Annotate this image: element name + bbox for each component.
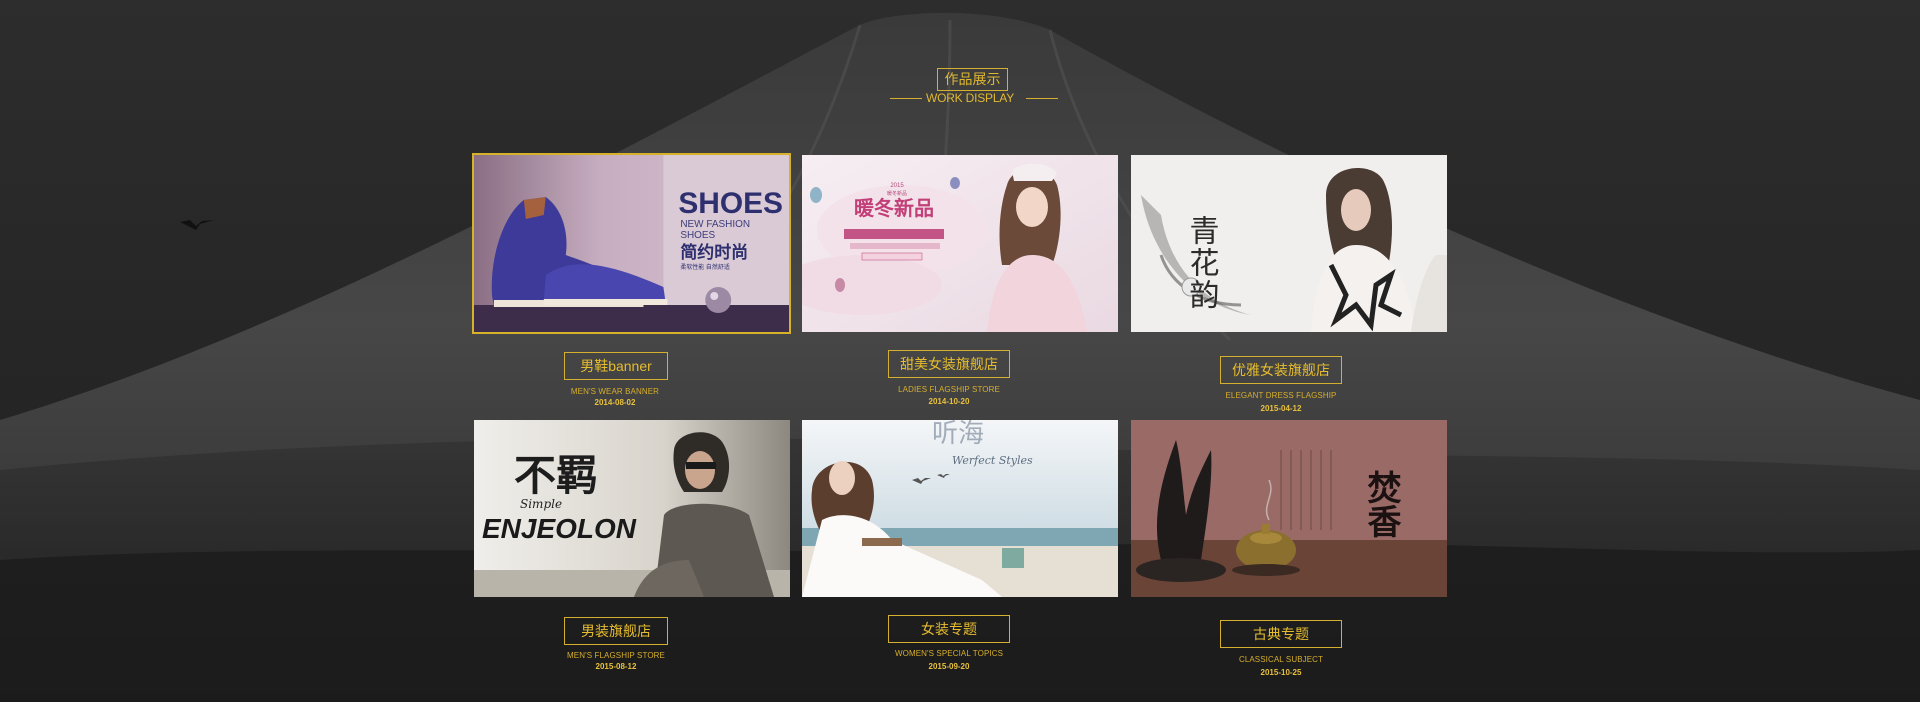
work-date-classical: 2015-10-25 bbox=[1260, 668, 1302, 677]
work-card-mens-shoes[interactable]: SHOES NEW FASHION SHOES 简约时尚 柔软性能 自然舒适 bbox=[472, 153, 791, 334]
image-script: Simple bbox=[520, 497, 562, 511]
image-line1: NEW FASHION bbox=[680, 219, 750, 230]
work-card-classical[interactable]: 焚香 bbox=[1131, 420, 1447, 597]
work-date-ladies-store: 2014-10-20 bbox=[928, 397, 970, 406]
image-headline: 焚香 bbox=[1361, 470, 1401, 538]
image-headline: SHOES bbox=[678, 187, 783, 220]
section-subtitle: WORK DISPLAY bbox=[925, 91, 1015, 105]
work-card-mens-flagship[interactable]: 不羁 Simple ENJEOLON bbox=[474, 420, 790, 597]
work-title-elegant-dress[interactable]: 优雅女装旗舰店 bbox=[1220, 356, 1342, 384]
work-date-mens-flagship: 2015-08-12 bbox=[595, 662, 637, 671]
work-subtitle-classical: CLASSICAL SUBJECT bbox=[1238, 655, 1324, 664]
title-divider-left bbox=[890, 98, 922, 99]
work-date-mens-shoes: 2014-08-02 bbox=[594, 398, 636, 407]
image-cn: 听海 bbox=[932, 420, 984, 449]
work-title-classical[interactable]: 古典专题 bbox=[1220, 620, 1342, 648]
work-subtitle-womens-topics: WOMEN'S SPECIAL TOPICS bbox=[894, 649, 1004, 658]
image-line2: SHOES bbox=[680, 230, 715, 241]
image-headline: 青花韵 bbox=[1184, 215, 1219, 311]
image-top: 2015 bbox=[890, 183, 904, 189]
image-top2: 暖冬新品 bbox=[887, 190, 907, 197]
work-image-womens-topics: 听海 Werfect Styles bbox=[802, 420, 1118, 597]
work-subtitle-elegant-dress: ELEGANT DRESS FLAGSHIP bbox=[1225, 391, 1337, 400]
work-card-ladies-store[interactable]: 2015 暖冬新品 暖冬新品 bbox=[802, 155, 1118, 332]
section-title: 作品展示 bbox=[937, 68, 1008, 91]
image-headline: ENJEOLON bbox=[482, 513, 637, 544]
work-title-mens-shoes[interactable]: 男鞋banner bbox=[564, 352, 668, 380]
work-card-elegant-dress[interactable]: 青花韵 bbox=[1131, 155, 1447, 332]
image-script: Werfect Styles bbox=[952, 454, 1033, 467]
work-image-mens-flagship: 不羁 Simple ENJEOLON bbox=[474, 420, 790, 597]
work-image-elegant-dress: 青花韵 bbox=[1131, 155, 1447, 332]
work-image-classical: 焚香 bbox=[1131, 420, 1447, 597]
work-image-ladies-store: 2015 暖冬新品 暖冬新品 bbox=[802, 155, 1118, 332]
work-image-mens-shoes: SHOES NEW FASHION SHOES 简约时尚 柔软性能 自然舒适 bbox=[474, 155, 789, 332]
work-subtitle-mens-shoes: MEN'S WEAR BANNER bbox=[570, 387, 660, 396]
work-title-womens-topics[interactable]: 女装专题 bbox=[888, 615, 1010, 643]
image-cn-small: 柔软性能 自然舒适 bbox=[680, 263, 729, 271]
work-title-mens-flagship[interactable]: 男装旗舰店 bbox=[564, 617, 668, 645]
image-cn: 不羁 bbox=[514, 451, 598, 500]
work-card-womens-topics[interactable]: 听海 Werfect Styles bbox=[802, 420, 1118, 597]
work-date-womens-topics: 2015-09-20 bbox=[928, 662, 970, 671]
title-divider-right bbox=[1026, 98, 1058, 99]
image-cn: 简约时尚 bbox=[680, 242, 748, 262]
work-subtitle-ladies-store: LADIES FLAGSHIP STORE bbox=[898, 385, 1000, 394]
work-subtitle-mens-flagship: MEN'S FLAGSHIP STORE bbox=[567, 651, 665, 660]
work-title-ladies-store[interactable]: 甜美女装旗舰店 bbox=[888, 350, 1010, 378]
work-date-elegant-dress: 2015-04-12 bbox=[1260, 404, 1302, 413]
image-headline: 暖冬新品 bbox=[854, 196, 934, 220]
